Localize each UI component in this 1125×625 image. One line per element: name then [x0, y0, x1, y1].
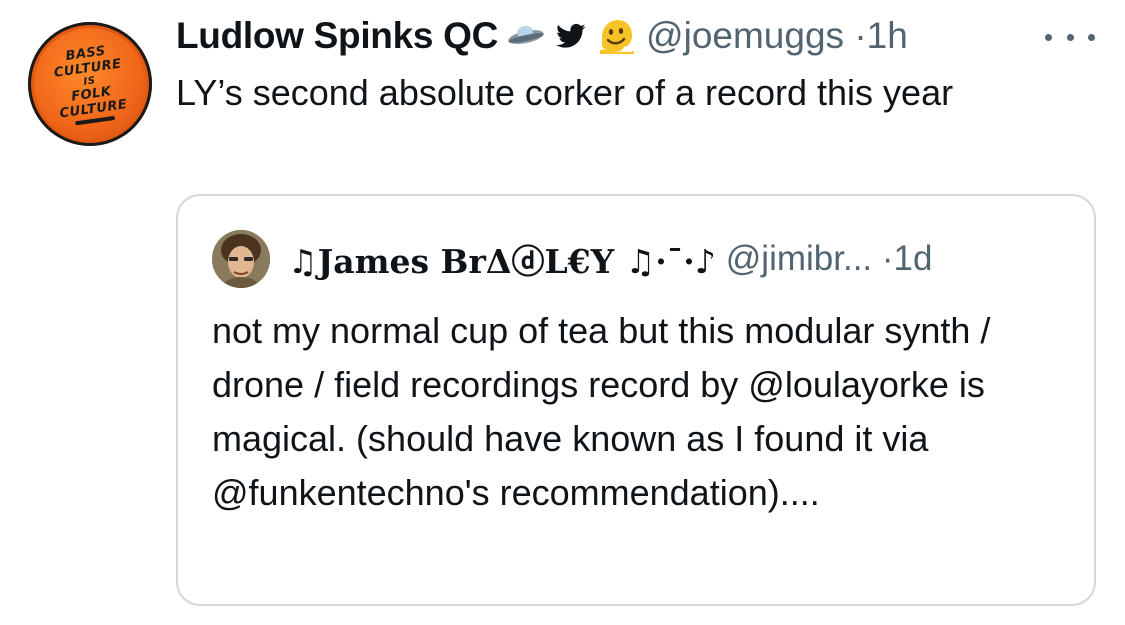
quoted-text: not my normal cup of tea but this modula…	[212, 310, 991, 513]
handle[interactable]: @joemuggs	[646, 15, 844, 56]
separator: ·	[854, 15, 867, 56]
quoted-separator: ·	[881, 239, 894, 278]
melting-face-icon	[596, 16, 636, 56]
quoted-handle-timestamp: @jimibr... ·1d	[726, 239, 933, 279]
tweet-header: Ludlow Spinks QC @joemuggs ·1h	[176, 14, 908, 58]
quoted-avatar[interactable]	[212, 230, 270, 288]
quoted-handle[interactable]: @jimibr...	[726, 239, 872, 278]
quoted-display-name[interactable]: ♫Jameѕ BrΔⓓL€Y ♫·¯·♪	[288, 235, 716, 283]
more-options-icon[interactable]	[1045, 22, 1095, 52]
twitter-bird-icon	[554, 21, 588, 51]
avatar[interactable]: BASS CULTURE IS FOLK CULTURE	[28, 22, 152, 146]
handle-timestamp: @joemuggs ·1h	[646, 15, 908, 57]
quoted-timestamp[interactable]: 1d	[894, 239, 933, 278]
display-name[interactable]: Ludlow Spinks QC	[176, 15, 498, 57]
quoted-tweet[interactable]: ♫Jameѕ BrΔⓓL€Y ♫·¯·♪ @jimibr... ·1d not …	[176, 194, 1096, 606]
tweet-text: LY’s second absolute corker of a record …	[176, 72, 954, 113]
avatar-badge-text: BASS CULTURE IS FOLK CULTURE	[51, 41, 129, 127]
quoted-header: ♫Jameѕ BrΔⓓL€Y ♫·¯·♪ @jimibr... ·1d	[288, 236, 932, 282]
timestamp[interactable]: 1h	[867, 15, 908, 56]
ufo-icon	[506, 21, 546, 51]
